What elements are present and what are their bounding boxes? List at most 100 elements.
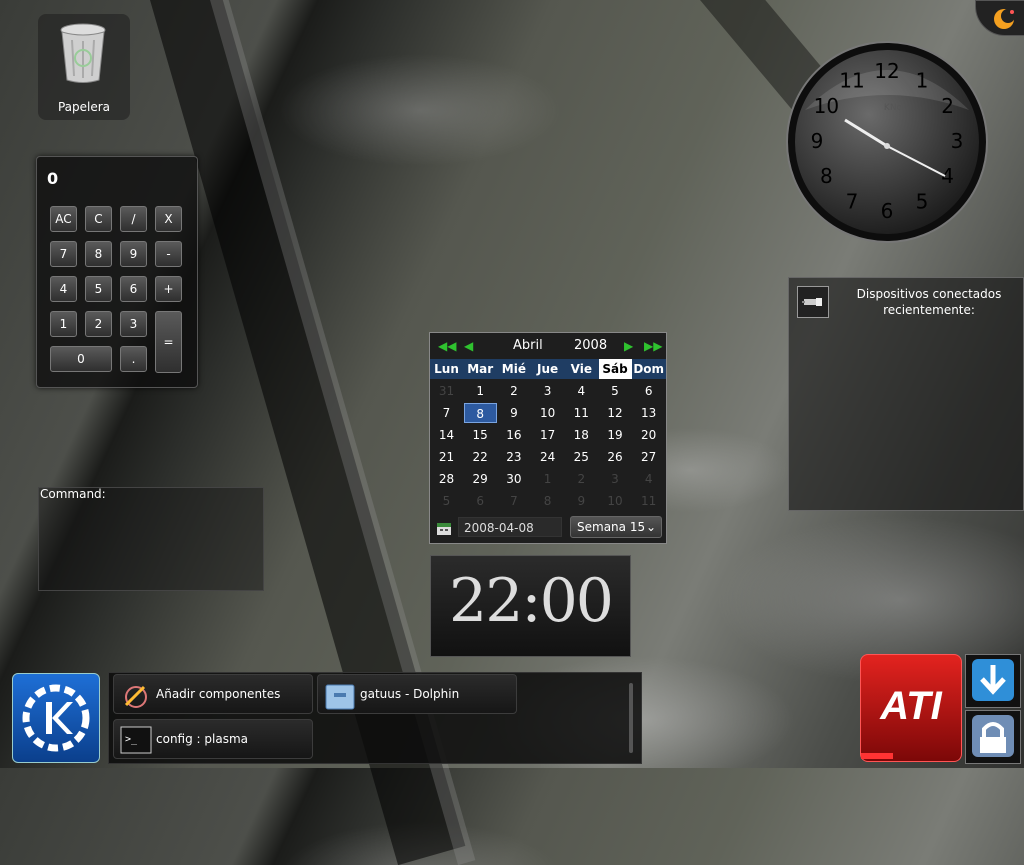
calc-button-decimal[interactable]: . (120, 346, 147, 372)
calendar-day[interactable]: 17 (531, 425, 564, 445)
calc-button-ac[interactable]: AC (50, 206, 77, 232)
calc-button-6[interactable]: 6 (120, 276, 147, 302)
calendar-day[interactable]: 26 (599, 447, 632, 467)
calc-button-plus[interactable]: + (155, 276, 182, 302)
calendar-day[interactable]: 31 (430, 381, 463, 401)
calendar-day[interactable]: 9 (497, 403, 530, 423)
calendar-day[interactable]: 20 (632, 425, 665, 445)
analog-clock-face: 12 1234567891011 KNo (786, 41, 988, 243)
calendar-day[interactable]: 8 (463, 403, 497, 423)
calendar-day[interactable]: 15 (464, 425, 497, 445)
calc-button-multiply[interactable]: X (155, 206, 182, 232)
calendar-day[interactable]: 1 (464, 381, 497, 401)
calendar-day[interactable]: 24 (531, 447, 564, 467)
weekday-0: Lun (434, 362, 459, 376)
calendar-day[interactable]: 3 (531, 381, 564, 401)
calendar-day[interactable]: 7 (497, 491, 530, 511)
calendar-month[interactable]: Abril (513, 338, 543, 353)
calc-button-2[interactable]: 2 (85, 311, 112, 337)
calc-button-9[interactable]: 9 (120, 241, 147, 267)
command-widget[interactable]: Command: (38, 487, 264, 591)
digital-clock-time: 22:00 (449, 566, 614, 636)
calendar-day[interactable]: 27 (632, 447, 665, 467)
calendar-day[interactable]: 13 (632, 403, 665, 423)
week-select-label: Semana 15 (577, 520, 646, 534)
calc-button-1[interactable]: 1 (50, 311, 77, 337)
calendar-day[interactable]: 10 (599, 491, 632, 511)
dolphin-icon (325, 684, 355, 710)
ati-tray-icon[interactable]: ATI (860, 654, 962, 762)
calendar-day[interactable]: 18 (565, 425, 598, 445)
calendar-day[interactable]: 25 (565, 447, 598, 467)
svg-text:ATI: ATI (879, 684, 942, 728)
calendar-day[interactable]: 8 (531, 491, 564, 511)
calendar-widget: ◀◀ ◀ Abril 2008 ▶ ▶▶ Lun Mar Mié Jue Vie Sáb D… (429, 332, 667, 544)
calendar-day[interactable]: 1 (531, 469, 564, 489)
prev-month-icon[interactable]: ◀ (464, 339, 473, 353)
calendar-day[interactable]: 16 (497, 425, 530, 445)
calendar-day[interactable]: 28 (430, 469, 463, 489)
calendar-day[interactable]: 2 (497, 381, 530, 401)
clock-brand: KNo (884, 103, 903, 113)
calendar-day[interactable]: 12 (599, 403, 632, 423)
calendar-header: ◀◀ ◀ Abril 2008 ▶ ▶▶ (430, 333, 666, 359)
calendar-year[interactable]: 2008 (574, 338, 607, 353)
calendar-day[interactable]: 30 (497, 469, 530, 489)
clock-number: 5 (916, 190, 929, 214)
calendar-day[interactable]: 29 (464, 469, 497, 489)
prev-year-icon[interactable]: ◀◀ (438, 339, 456, 353)
calc-button-7[interactable]: 7 (50, 241, 77, 267)
calc-button-0[interactable]: 0 (50, 346, 112, 372)
svg-text:>_: >_ (125, 734, 138, 745)
calendar-day[interactable]: 6 (464, 491, 497, 511)
calendar-day[interactable]: 11 (632, 491, 665, 511)
calc-button-divide[interactable]: / (120, 206, 147, 232)
calendar-day[interactable]: 6 (632, 381, 665, 401)
calc-button-4[interactable]: 4 (50, 276, 77, 302)
download-tray-icon[interactable] (965, 654, 1021, 708)
calc-button-3[interactable]: 3 (120, 311, 147, 337)
next-month-icon[interactable]: ▶ (624, 339, 633, 353)
calendar-day[interactable]: 4 (565, 381, 598, 401)
usb-plug-icon (797, 286, 829, 318)
lock-screen-button[interactable] (965, 710, 1021, 764)
lock-icon (972, 715, 1014, 757)
clock-number: 11 (839, 68, 864, 92)
calendar-day[interactable]: 14 (430, 425, 463, 445)
weekday-1: Mar (467, 362, 494, 376)
date-input[interactable]: 2008-04-08 (458, 517, 562, 537)
chevron-down-icon: ⌄ (645, 520, 656, 534)
clock-number: 2 (941, 94, 954, 118)
device-notifier-widget: Dispositivos conectados recientemente: (788, 277, 1024, 511)
calendar-day[interactable]: 5 (599, 381, 632, 401)
calendar-day[interactable]: 23 (497, 447, 530, 467)
task-dolphin[interactable]: gatuus - Dolphin (317, 674, 517, 714)
calc-button-c[interactable]: C (85, 206, 112, 232)
week-select[interactable]: Semana 15 ⌄ (570, 516, 662, 538)
calendar-day[interactable]: 19 (599, 425, 632, 445)
weekday-6: Dom (633, 362, 665, 376)
today-calendar-icon[interactable] (436, 520, 452, 536)
calendar-day[interactable]: 11 (565, 403, 598, 423)
calendar-day[interactable]: 7 (430, 403, 463, 423)
calendar-day[interactable]: 3 (599, 469, 632, 489)
calc-button-equals[interactable]: = (155, 311, 182, 373)
task-konsole[interactable]: >_ config : plasma (113, 719, 313, 759)
trash-widget[interactable]: Papelera (38, 14, 130, 120)
calc-button-minus[interactable]: - (155, 241, 182, 267)
calendar-day[interactable]: 21 (430, 447, 463, 467)
calendar-day[interactable]: 22 (464, 447, 497, 467)
task-add-widgets[interactable]: Añadir componentes (113, 674, 313, 714)
taskbar-scrollbar[interactable] (629, 683, 633, 753)
calc-button-5[interactable]: 5 (85, 276, 112, 302)
next-year-icon[interactable]: ▶▶ (644, 339, 662, 353)
calendar-day[interactable]: 5 (430, 491, 463, 511)
calendar-day[interactable]: 4 (632, 469, 665, 489)
plasma-toolbox-button[interactable] (975, 0, 1024, 36)
calendar-day[interactable]: 2 (565, 469, 598, 489)
weekday-header: Lun Mar Mié Jue Vie Sáb Dom (430, 359, 666, 379)
calendar-day[interactable]: 10 (531, 403, 564, 423)
kickoff-launcher-button[interactable] (12, 673, 100, 763)
calendar-day[interactable]: 9 (565, 491, 598, 511)
calc-button-8[interactable]: 8 (85, 241, 112, 267)
